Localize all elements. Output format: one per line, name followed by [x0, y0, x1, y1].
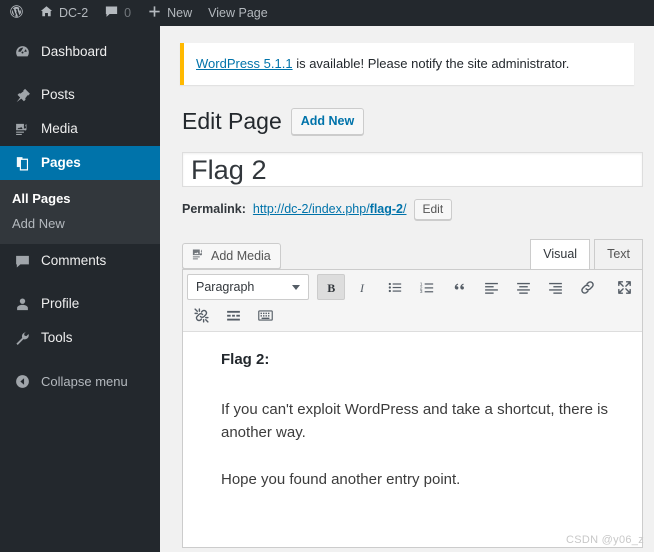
tab-visual[interactable]: Visual — [530, 238, 591, 270]
admin-bar-comments[interactable]: 0 — [96, 0, 139, 26]
admin-bar-view-page[interactable]: View Page — [200, 0, 276, 26]
permalink-prefix: http://dc-2/index.php/ — [252, 202, 370, 217]
permalink-slug: flag-2 — [369, 202, 404, 217]
media-icon — [12, 119, 32, 139]
dashboard-icon — [12, 42, 32, 62]
align-left-icon[interactable] — [477, 274, 505, 300]
svg-text:I: I — [358, 281, 364, 295]
plus-icon — [147, 4, 162, 22]
comment-bubble-icon — [104, 4, 119, 22]
chevron-down-icon — [292, 285, 300, 291]
pin-icon — [12, 85, 32, 105]
wordpress-admin-screen: DC-2 0 New View Page Dashboard Posts Med… — [0, 0, 654, 552]
permalink-url[interactable]: http://dc-2/index.php/flag-2/ — [253, 197, 407, 221]
add-media-label: Add Media — [211, 248, 271, 263]
link-icon[interactable] — [573, 274, 601, 300]
svg-text:B: B — [327, 281, 335, 295]
admin-bar-new-content[interactable]: New — [139, 0, 200, 26]
sidebar-item-comments[interactable]: Comments — [0, 244, 160, 278]
comment-bubble-icon — [12, 251, 32, 271]
align-right-icon[interactable] — [541, 274, 569, 300]
editor-toolbar-top: Add Media Visual Text — [182, 238, 643, 270]
sidebar-collapse-menu[interactable]: Collapse menu — [0, 364, 160, 398]
svg-text:3: 3 — [419, 289, 422, 295]
wrench-icon — [12, 328, 32, 348]
toolbar-row-2 — [185, 301, 640, 329]
sidebar-item-media[interactable]: Media — [0, 112, 160, 146]
home-icon — [39, 4, 54, 22]
admin-bar-comment-count: 0 — [124, 6, 132, 20]
editor-paragraph: If you can't exploit WordPress and take … — [221, 400, 608, 441]
numbered-list-icon[interactable]: 1 2 3 — [413, 274, 441, 300]
paragraph-format-value: Paragraph — [196, 280, 255, 295]
editor-paragraph: Flag 2: — [221, 351, 270, 369]
collapse-arrow-icon — [12, 371, 32, 391]
admin-bar-site-label: DC-2 — [59, 6, 89, 20]
post-title-input[interactable] — [182, 152, 643, 188]
page-header: Edit Page Add New — [182, 107, 634, 137]
sidebar-item-pages[interactable]: Pages — [0, 146, 168, 180]
admin-sidebar: Dashboard Posts Media Pages All Pages Ad… — [0, 26, 168, 552]
sidebar-item-label: Pages — [41, 155, 81, 171]
sidebar-item-label: Posts — [41, 87, 75, 103]
sidebar-item-label: Profile — [41, 296, 80, 312]
sidebar-item-tools[interactable]: Tools — [0, 321, 160, 355]
editor-format-toolbar: Paragraph B I 1 2 3 — [183, 270, 642, 333]
sidebar-collapse-label: Collapse menu — [41, 373, 128, 389]
sidebar-item-dashboard[interactable]: Dashboard — [0, 35, 160, 69]
permalink-suffix: / — [403, 202, 407, 217]
update-notice-text: is available! Please notify the site adm… — [292, 56, 570, 71]
tab-text[interactable]: Text — [594, 238, 643, 270]
watermark: CSDN @y06_z — [565, 534, 644, 546]
bold-icon[interactable]: B — [317, 274, 345, 301]
bullet-list-icon[interactable] — [381, 274, 409, 300]
edit-permalink-button[interactable]: Edit — [413, 198, 453, 220]
unlink-icon[interactable] — [187, 302, 215, 328]
editor-paragraph: Hope you found another entry point. — [221, 471, 461, 489]
pages-icon — [12, 153, 32, 173]
toolbar-row-1: Paragraph B I 1 2 3 — [185, 273, 640, 301]
italic-icon[interactable]: I — [349, 274, 377, 300]
post-title-wrap: Permalink: http://dc-2/index.php/flag-2/… — [182, 152, 643, 221]
admin-bar-new-label: New — [167, 6, 193, 20]
sidebar-item-profile[interactable]: Profile — [0, 287, 160, 321]
user-icon — [12, 294, 32, 314]
paragraph-format-select[interactable]: Paragraph — [187, 274, 309, 301]
sidebar-item-label: Comments — [41, 253, 107, 269]
sidebar-subitem-add-new[interactable]: Add New — [0, 211, 160, 236]
permalink-label: Permalink: — [182, 202, 246, 217]
wordpress-update-link[interactable]: WordPress 5.1.1 — [196, 56, 293, 71]
sidebar-submenu-pages: All Pages Add New — [0, 180, 160, 244]
sidebar-item-label: Tools — [41, 330, 73, 346]
admin-bar-site-name[interactable]: DC-2 — [31, 0, 96, 26]
wordpress-logo-icon — [9, 4, 24, 22]
update-notice: WordPress 5.1.1 is available! Please not… — [180, 43, 634, 85]
fullscreen-icon[interactable] — [610, 274, 638, 300]
editor-mode-tabs: Visual Text — [526, 238, 643, 270]
sidebar-item-label: Dashboard — [41, 44, 108, 60]
wordpress-logo-menu[interactable] — [0, 0, 31, 26]
blockquote-icon[interactable] — [445, 274, 473, 300]
read-more-icon[interactable] — [219, 302, 247, 328]
sidebar-subitem-all-pages[interactable]: All Pages — [0, 186, 160, 211]
add-media-button[interactable]: Add Media — [182, 243, 281, 270]
editor-content-area[interactable]: Flag 2: If you can't exploit WordPress a… — [183, 332, 642, 548]
sidebar-item-posts[interactable]: Posts — [0, 78, 160, 112]
admin-content: WordPress 5.1.1 is available! Please not… — [160, 26, 654, 552]
admin-bar-view-page-label: View Page — [208, 6, 268, 20]
sidebar-item-label: Media — [41, 121, 78, 137]
align-center-icon[interactable] — [509, 274, 537, 300]
media-icon — [191, 247, 206, 265]
admin-bar: DC-2 0 New View Page — [0, 0, 654, 26]
post-editor: Add Media Visual Text Paragraph B I 1 2 … — [182, 238, 643, 549]
editor-box: Paragraph B I 1 2 3 Flag 2: If you can't… — [182, 269, 643, 549]
permalink-row: Permalink: http://dc-2/index.php/flag-2/… — [182, 197, 643, 221]
keyboard-shortcuts-icon[interactable] — [251, 302, 279, 328]
add-new-button[interactable]: Add New — [290, 107, 365, 136]
sidebar-spacer-top — [0, 26, 160, 35]
page-title: Edit Page — [182, 107, 282, 134]
